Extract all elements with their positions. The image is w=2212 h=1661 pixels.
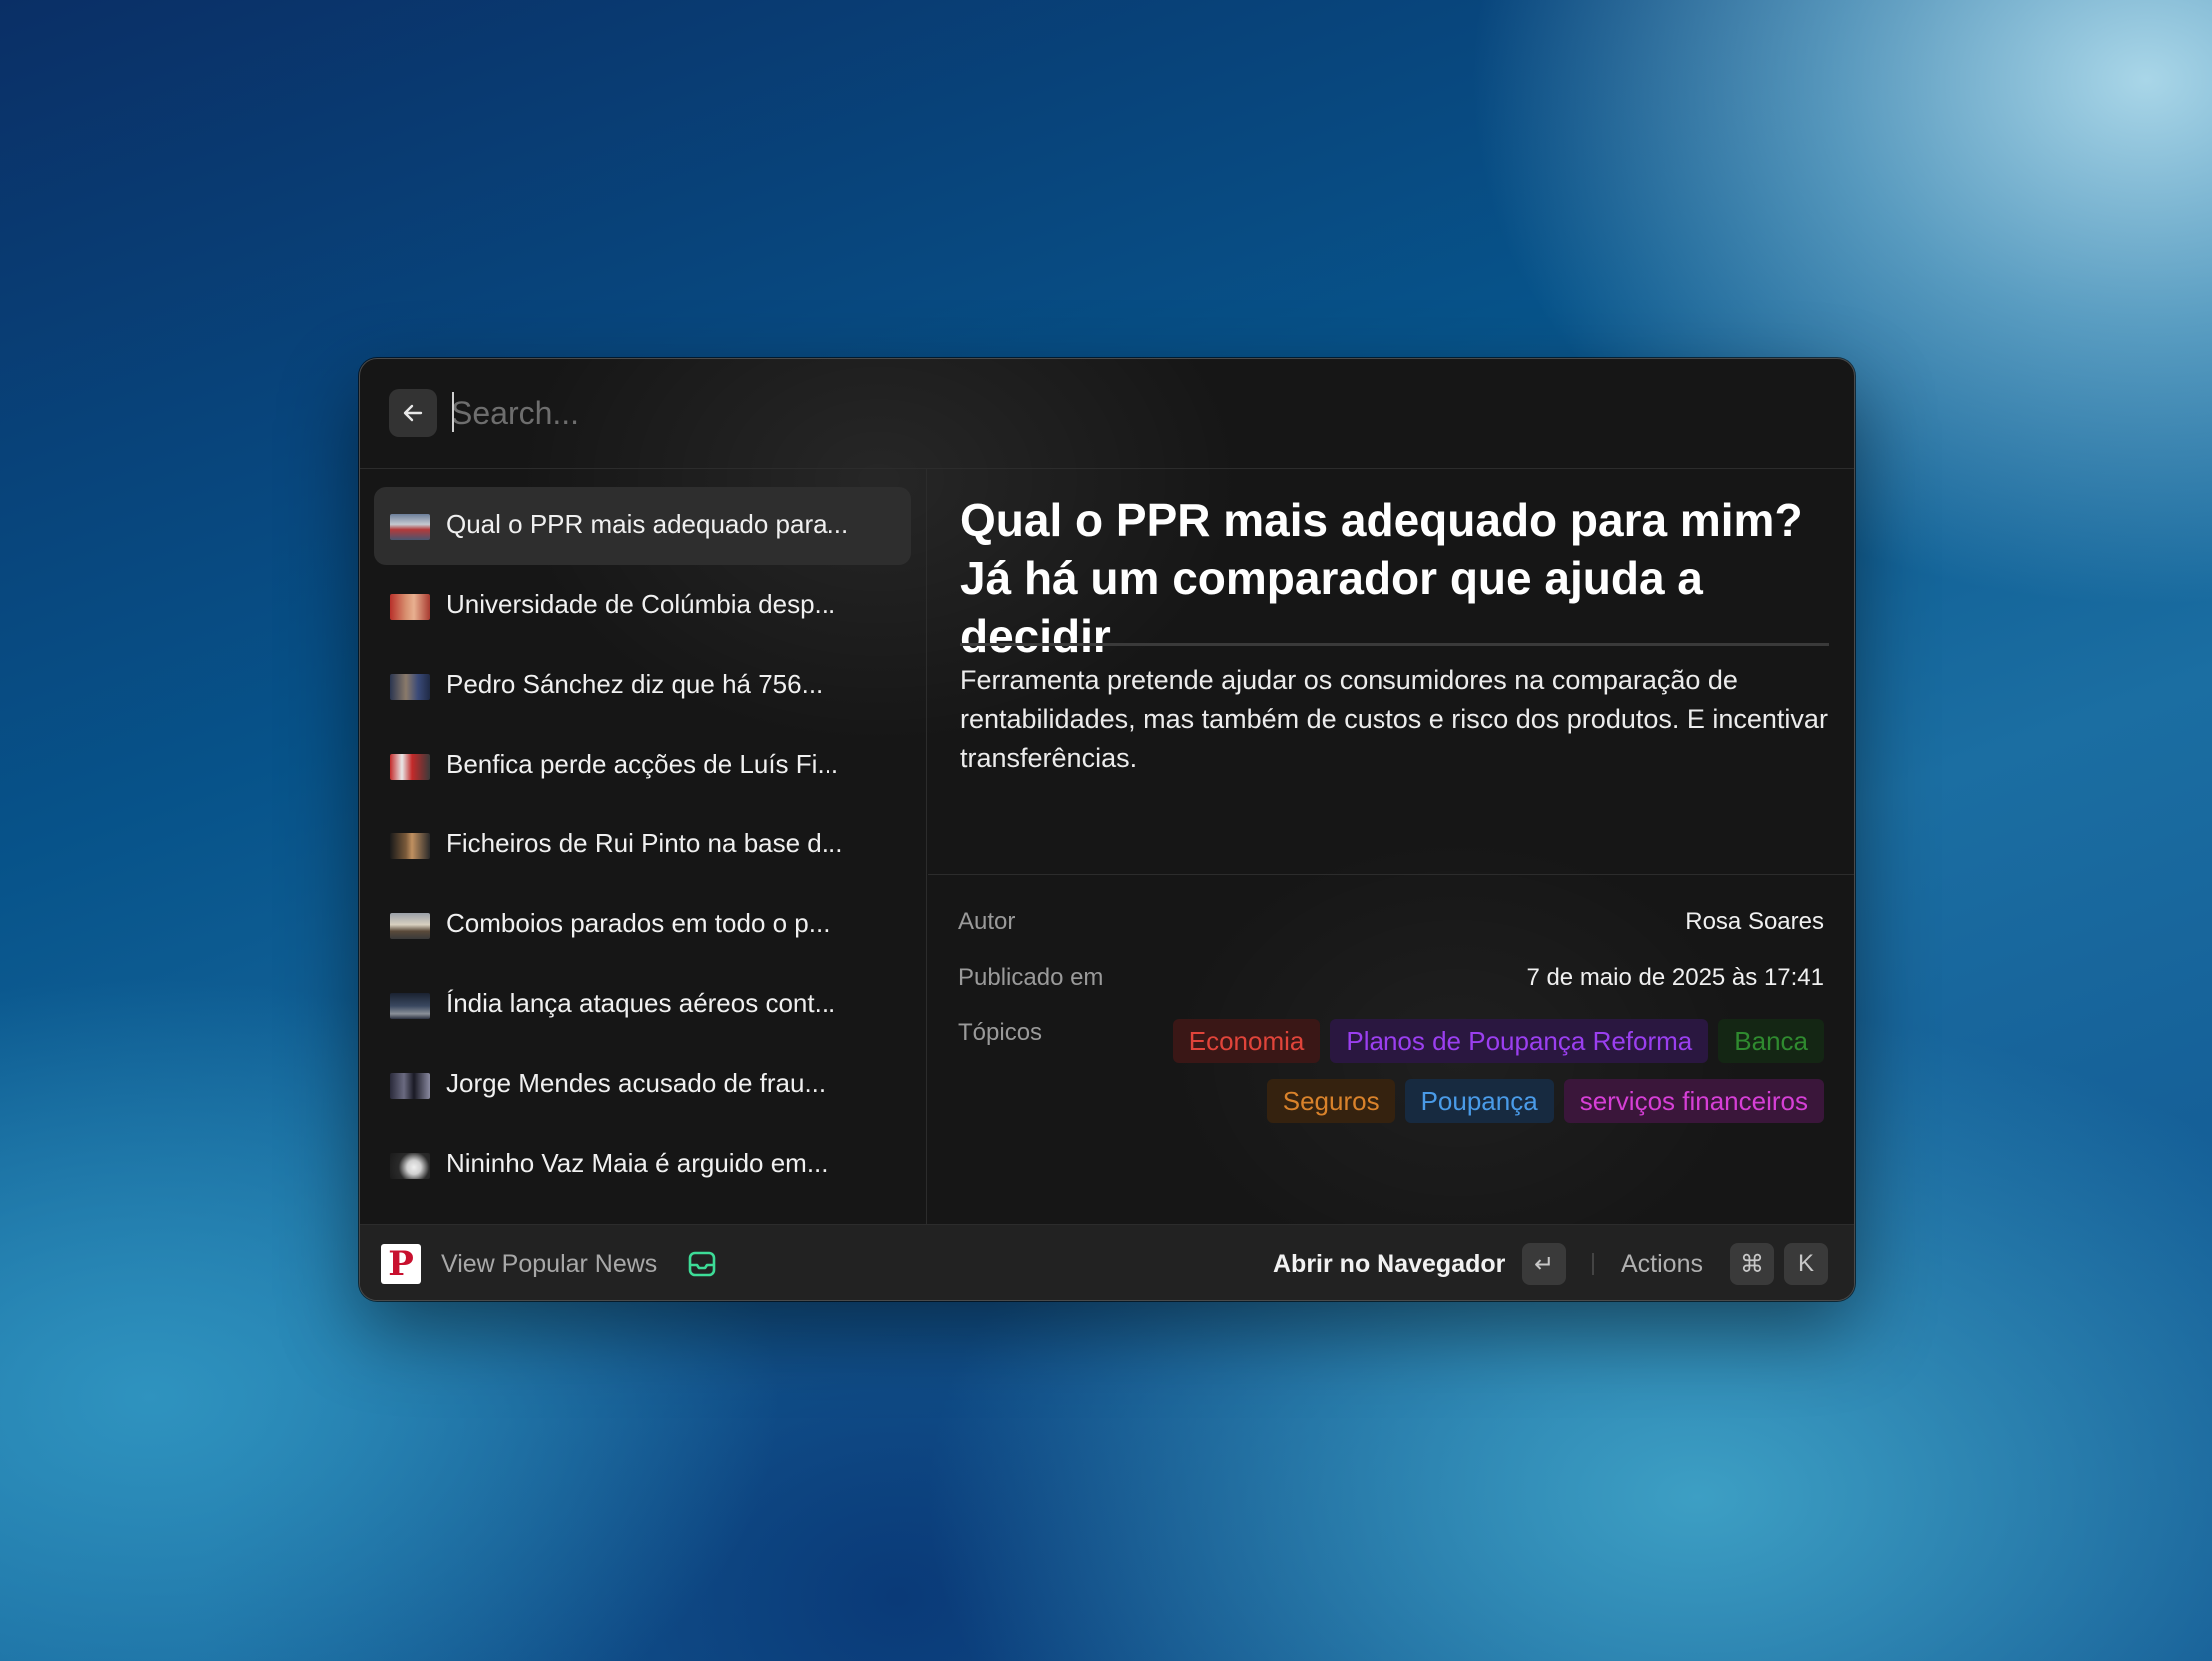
topic-tag[interactable]: Poupança [1404,1079,1554,1123]
news-thumbnail [390,913,430,939]
news-thumbnail [390,1153,430,1179]
list-item-label: Jorge Mendes acusado de frau... [446,1068,827,1098]
list-item[interactable]: Nininho Vaz Maia é arguido em... [374,1126,911,1204]
topic-tag[interactable]: Banca [1718,1019,1824,1063]
separator [1592,1253,1594,1275]
list-item[interactable]: Índia lança ataques aéreos cont... [374,966,911,1044]
news-thumbnail [390,514,430,540]
published-value: 7 de maio de 2025 às 17:41 [1526,964,1824,991]
back-button[interactable] [389,389,437,437]
news-thumbnail [390,833,430,859]
published-label: Publicado em [958,964,1104,991]
topic-tag[interactable]: Planos de Poupança Reforma [1330,1019,1709,1063]
news-thumbnail [390,594,430,620]
list-item-label: Pedro Sánchez diz que há 756... [446,669,824,699]
cmd-key-hint: ⌘ [1730,1243,1774,1285]
detail-panel: Qual o PPR mais adequado para mim? Já há… [928,469,1854,1233]
open-in-browser-action[interactable]: Abrir no Navegador [1273,1250,1505,1279]
topic-tag[interactable]: Seguros [1266,1079,1395,1123]
list-item-label: Qual o PPR mais adequado para... [446,509,849,539]
list-item[interactable]: Jorge Mendes acusado de frau... [374,1046,911,1124]
topic-tag[interactable]: serviços financeiros [1563,1079,1824,1123]
list-item[interactable]: Qual o PPR mais adequado para... [374,487,911,565]
inbox-icon [688,1251,716,1277]
command-title: View Popular News [441,1250,658,1278]
search-input[interactable] [451,389,1749,437]
text-caret [452,392,454,432]
news-thumbnail [390,1073,430,1099]
list-item-label: Índia lança ataques aéreos cont... [446,988,836,1018]
extension-window: Qual o PPR mais adequado para... Univers… [359,358,1855,1301]
list-item[interactable]: Pedro Sánchez diz que há 756... [374,647,911,725]
article-summary: Ferramenta pretende ajudar os consumidor… [960,665,1828,773]
list-item-label: Ficheiros de Rui Pinto na base d... [446,829,843,858]
article-title: Qual o PPR mais adequado para mim? Já há… [960,494,1803,662]
list-item[interactable]: Benfica perde acções de Luís Fi... [374,727,911,805]
enter-key-hint: ↵ [1522,1243,1566,1285]
news-list: Qual o PPR mais adequado para... Univers… [360,469,927,1233]
arrow-left-icon [403,404,423,422]
author-value: Rosa Soares [1685,908,1824,935]
list-item-label: Universidade de Colúmbia desp... [446,589,836,619]
search-bar [360,359,1854,469]
news-thumbnail [390,754,430,780]
list-item-label: Benfica perde acções de Luís Fi... [446,749,839,779]
action-bar: P View Popular News Abrir no Navegador ↵… [360,1224,1854,1300]
actions-button[interactable]: Actions [1621,1250,1703,1279]
list-item-label: Comboios parados em todo o p... [446,908,830,938]
news-thumbnail [390,674,430,700]
publico-logo: P [381,1244,421,1284]
author-label: Autor [958,908,1016,935]
metadata-divider [928,874,1854,875]
news-thumbnail [390,993,430,1019]
topic-tag[interactable]: Economia [1172,1019,1321,1063]
topics-list: Economia Planos de Poupança Reforma Banc… [1125,1019,1824,1123]
k-key-hint: K [1784,1243,1828,1285]
list-item[interactable]: Ficheiros de Rui Pinto na base d... [374,807,911,884]
title-divider [960,643,1829,646]
list-item[interactable]: Comboios parados em todo o p... [374,886,911,964]
list-item[interactable]: Universidade de Colúmbia desp... [374,567,911,645]
topics-label: Tópicos [958,1019,1043,1046]
list-item-label: Nininho Vaz Maia é arguido em... [446,1148,829,1178]
